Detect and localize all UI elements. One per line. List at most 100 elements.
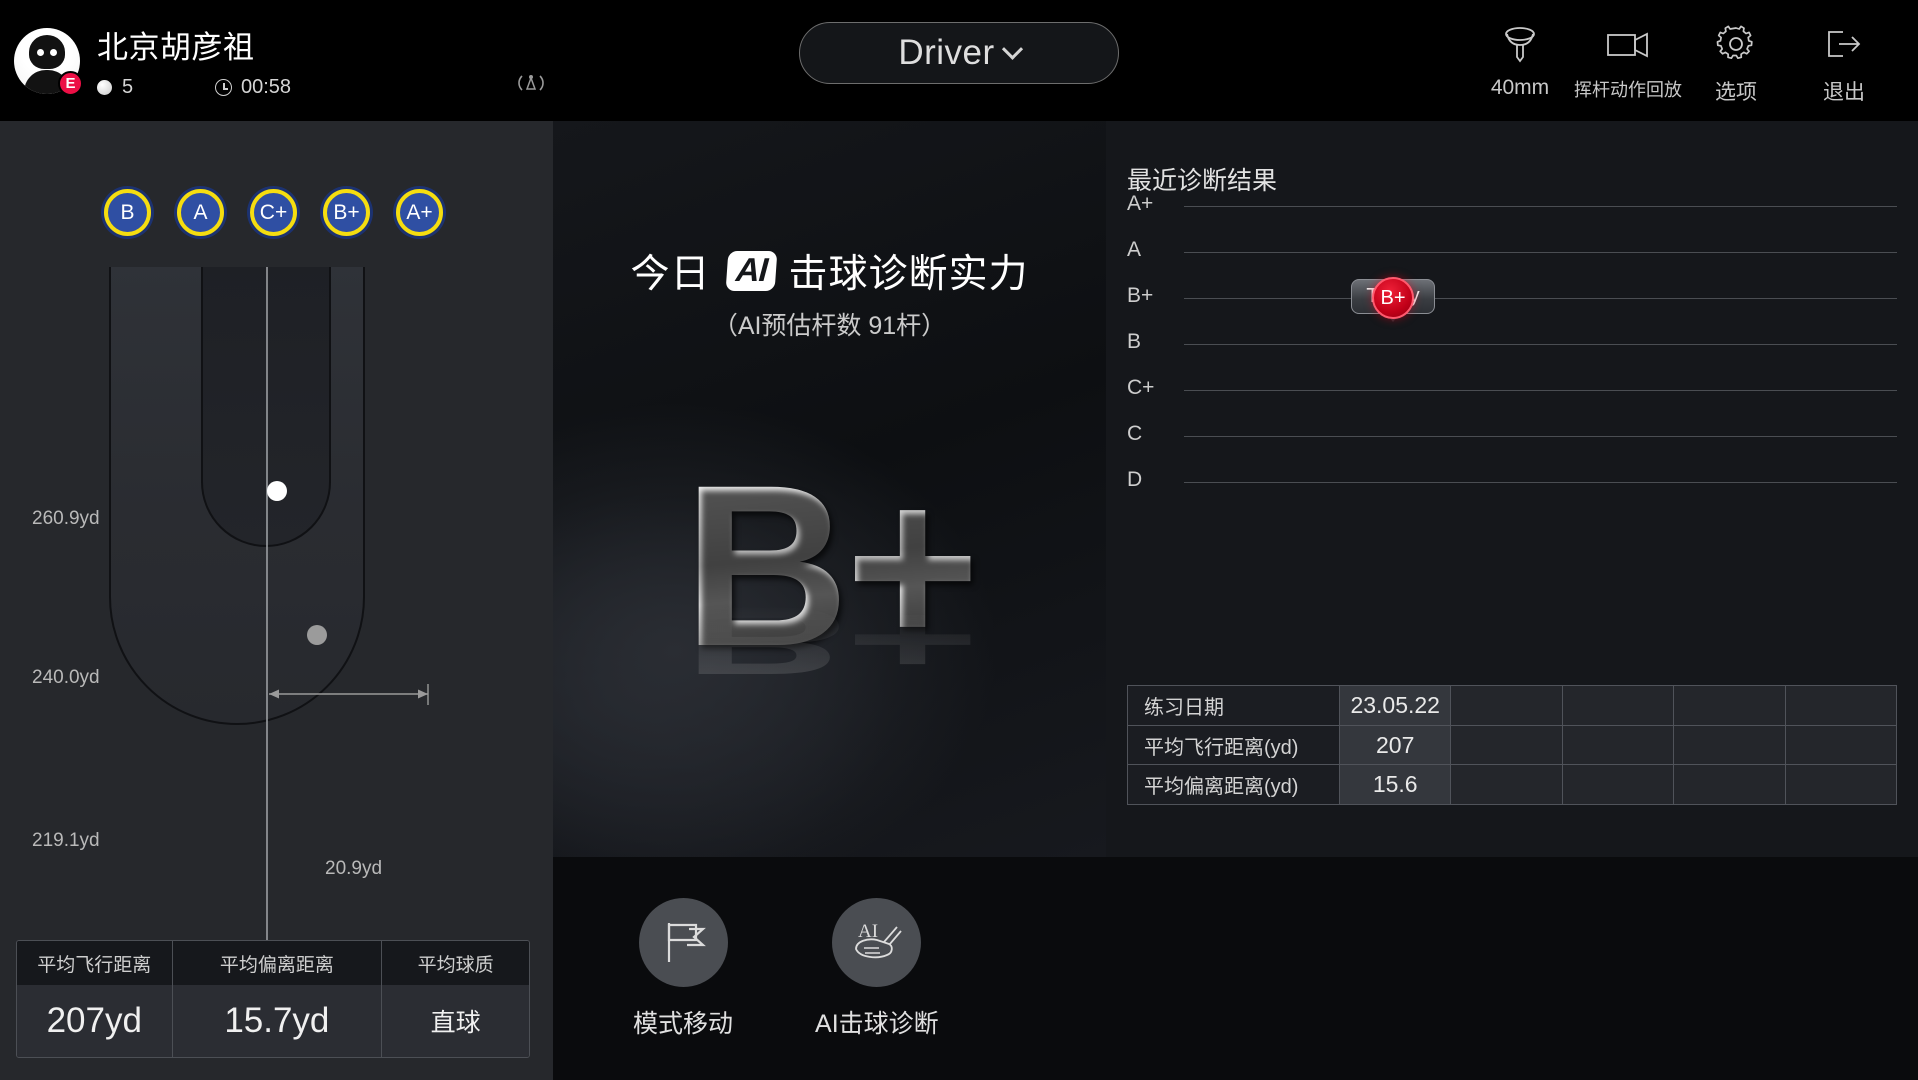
distance-label-far: 260.9yd: [32, 508, 100, 529]
table-row: 平均飞行距离(yd) 207: [1128, 725, 1896, 766]
y-axis-tick: B: [1127, 330, 1142, 353]
ai-diagnosis-label: AI击球诊断: [815, 1009, 939, 1038]
chart-gridrow: C+: [1127, 376, 1897, 399]
bottom-action-bar: 模式移动 AI AI击球诊断: [553, 857, 1918, 1080]
chart-data-point[interactable]: B+: [1372, 277, 1414, 319]
center-panel: 今日 AI 击球诊断实力 （AI预估杆数 91杆） B+ B+: [553, 121, 1106, 857]
recent-results-table: 练习日期 23.05.22 平均飞行距离(yd) 207 平均偏离距离(yd) …: [1127, 685, 1897, 805]
timer-stat: 00:58: [215, 76, 291, 99]
gridline: [1184, 390, 1897, 391]
swing-replay-icon: [1603, 18, 1653, 70]
chart-gridrow: B: [1127, 330, 1897, 353]
swing-replay-label: 挥杆动作回放: [1574, 80, 1682, 100]
left-stats-table: 平均飞行距离 207yd 平均偏离距离 15.7yd 平均球质 直球: [16, 940, 530, 1058]
row-value-empty: [1562, 725, 1675, 765]
table-row: 练习日期 23.05.22: [1128, 686, 1896, 726]
ai-estimated-score: （AI预估杆数 91杆）: [712, 312, 947, 340]
grade-badge[interactable]: A: [177, 189, 224, 236]
mode-move-button[interactable]: 模式移动: [633, 897, 734, 1040]
gridline: [1184, 298, 1897, 299]
ball-count-stat: 5: [97, 76, 215, 99]
row-value-empty: [1785, 725, 1896, 765]
club-selector[interactable]: Driver: [799, 22, 1119, 84]
row-label: 平均偏离距离(yd): [1128, 765, 1340, 804]
row-value-empty: [1562, 686, 1675, 725]
row-value-empty: [1785, 765, 1896, 804]
row-label: 平均飞行距离(yd): [1128, 725, 1340, 765]
row-value-empty: [1785, 686, 1896, 725]
exit-icon: [1821, 18, 1867, 70]
grade-badge[interactable]: B: [104, 189, 151, 236]
stat-value: 15.7yd: [172, 985, 382, 1057]
tee-height-button[interactable]: 40mm: [1466, 10, 1574, 106]
stat-value: 直球: [382, 985, 529, 1057]
y-axis-tick: A: [1127, 238, 1142, 261]
stat-header: 平均偏离距离: [172, 941, 382, 985]
avatar[interactable]: E: [14, 27, 83, 96]
y-axis-tick: C+: [1127, 376, 1155, 399]
player-profile[interactable]: E 北京胡彦祖 5 00:58: [0, 22, 291, 99]
y-axis-tick: D: [1127, 468, 1143, 491]
swing-replay-button[interactable]: 挥杆动作回放: [1574, 10, 1682, 106]
chevron-down-icon: [1001, 38, 1023, 60]
title-prefix: 今日: [630, 253, 711, 296]
ai-chip-icon: AI: [725, 251, 777, 291]
row-value-empty: [1451, 725, 1563, 765]
ai-club-icon: AI: [854, 921, 902, 959]
player-info: 北京胡彦祖 5 00:58: [97, 22, 291, 99]
row-value-empty: [1451, 765, 1563, 804]
avatar-eye-left: [37, 48, 44, 56]
distance-label-near: 219.1yd: [32, 830, 100, 851]
ai-diagnosis-button[interactable]: AI AI击球诊断: [815, 897, 939, 1040]
chart-gridrow: C: [1127, 422, 1897, 445]
app-screen: E 北京胡彦祖 5 00:58 Driver 40mm 挥杆动作回放 选项 退出…: [0, 0, 1918, 1080]
grade-badge-row: B A C+ B+ A+: [104, 189, 443, 236]
row-value-empty: [1451, 686, 1563, 725]
stat-header: 平均球质: [382, 941, 529, 985]
dispersion-chart: 260.9yd 240.0yd 219.1yd 20.9yd: [0, 257, 553, 947]
gridline: [1184, 344, 1897, 345]
deviation-width-label: 20.9yd: [325, 858, 383, 879]
row-label: 练习日期: [1128, 686, 1340, 725]
level-badge: E: [58, 70, 83, 96]
exit-button[interactable]: 退出: [1790, 10, 1898, 106]
table-row: 平均偏离距离(yd) 15.6: [1128, 765, 1896, 804]
avatar-head-shape: [29, 34, 65, 69]
stat-column-deviation: 平均偏离距离 15.7yd: [172, 941, 383, 1057]
top-icon-bar: 40mm 挥杆动作回放 选项 退出: [1466, 10, 1898, 106]
ai-diagnosis-title: 今日 AI 击球诊断实力: [553, 243, 1106, 299]
row-value-empty: [1562, 765, 1675, 804]
stat-value: 207yd: [17, 985, 172, 1057]
golf-ball-icon: [97, 80, 112, 95]
mode-move-button-circle: [638, 897, 728, 987]
mode-move-label: 模式移动: [633, 1009, 734, 1038]
chart-gridrow: A+: [1127, 192, 1897, 215]
grade-badge[interactable]: A+: [396, 189, 443, 236]
row-value: 15.6: [1340, 765, 1452, 804]
row-value-empty: [1674, 686, 1786, 725]
grade-badge[interactable]: B+: [323, 189, 370, 236]
grade-badge[interactable]: C+: [250, 189, 297, 236]
left-panel: B A C+ B+ A+ 260.9yd 240.0yd 219.1yd 20.…: [0, 121, 553, 1080]
row-value-empty: [1674, 765, 1786, 804]
stat-header: 平均飞行距离: [17, 941, 172, 985]
tee-height-icon: [1497, 18, 1543, 70]
ball-count-value: 5: [122, 76, 134, 98]
gridline: [1184, 436, 1897, 437]
player-stats: 5 00:58: [97, 76, 291, 99]
timer-value: 00:58: [241, 76, 292, 98]
row-value: 23.05.22: [1340, 686, 1452, 725]
grade-display: B+: [553, 451, 1106, 681]
right-panel: 最近诊断结果 A+ A B+ B C+ C D B+ 练习日期 23.05.22…: [1106, 121, 1918, 857]
signal-icon: [518, 75, 544, 91]
distance-label-mid: 240.0yd: [32, 667, 100, 688]
exit-label: 退出: [1823, 81, 1865, 104]
avatar-eye-right: [50, 48, 57, 56]
tee-height-label: 40mm: [1490, 76, 1550, 99]
settings-gear-icon: [1714, 18, 1758, 70]
row-value: 207: [1340, 725, 1452, 765]
settings-button[interactable]: 选项: [1682, 10, 1790, 106]
ai-diagnosis-button-circle: AI: [832, 897, 922, 987]
club-selector-label: Driver: [898, 33, 995, 72]
stat-column-ball-quality: 平均球质 直球: [382, 941, 529, 1057]
